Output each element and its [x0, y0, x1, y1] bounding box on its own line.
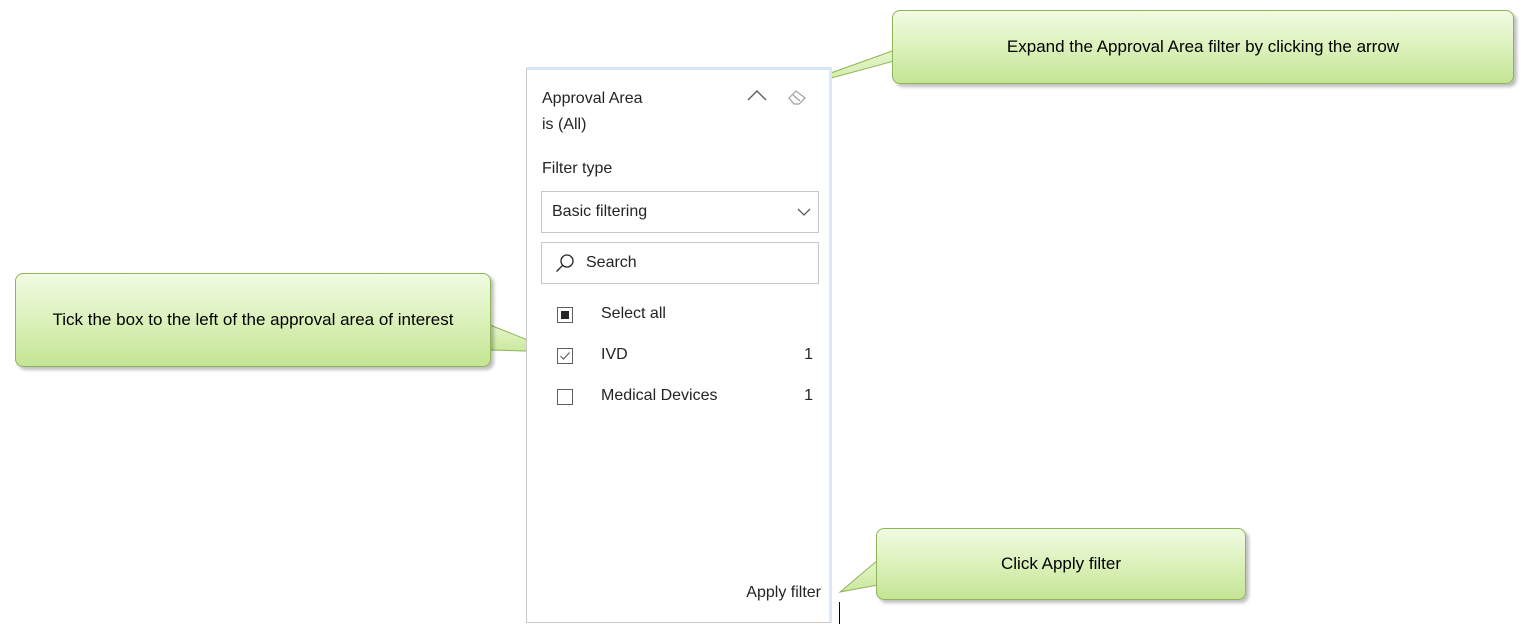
- search-icon: [556, 254, 574, 272]
- callout-expand-text: Expand the Approval Area filter by click…: [1006, 37, 1400, 56]
- callout-apply-text: Click Apply filter: [1001, 554, 1121, 573]
- clear-filter-button[interactable]: [785, 86, 809, 106]
- item-label: IVD: [601, 346, 628, 363]
- apply-filter-button[interactable]: Apply filter: [746, 584, 821, 602]
- select-all-item[interactable]: Select all: [553, 303, 813, 329]
- callout-expand: Expand the Approval Area filter by click…: [892, 10, 1514, 84]
- callout-tick-text: Tick the box to the left of the approval…: [52, 310, 454, 329]
- search-input[interactable]: [586, 249, 806, 277]
- list-item[interactable]: IVD 1: [553, 344, 813, 370]
- item-count: 1: [804, 387, 813, 404]
- callout-tick: Tick the box to the left of the approval…: [15, 273, 491, 367]
- collapse-button[interactable]: [745, 86, 769, 106]
- search-box[interactable]: [541, 242, 819, 284]
- ivd-checkbox[interactable]: [557, 348, 573, 364]
- list-item[interactable]: Medical Devices 1: [553, 385, 813, 411]
- select-all-label: Select all: [601, 305, 666, 322]
- filter-type-label: Filter type: [542, 160, 613, 177]
- filter-card: Approval Area is (All) Filter type Basic…: [526, 67, 832, 623]
- checkmark-icon: [560, 352, 570, 360]
- chevron-down-icon: [797, 208, 811, 216]
- medical-devices-checkbox[interactable]: [557, 389, 573, 405]
- select-all-checkbox[interactable]: [557, 307, 573, 323]
- chevron-up-icon: [747, 90, 767, 101]
- filter-type-value: Basic filtering: [552, 203, 648, 220]
- eraser-icon: [788, 90, 806, 105]
- filter-type-dropdown[interactable]: Basic filtering: [541, 191, 819, 233]
- filter-title: Approval Area: [542, 90, 643, 107]
- text-cursor: [839, 602, 840, 624]
- item-label: Medical Devices: [601, 387, 718, 404]
- item-count: 1: [804, 346, 813, 363]
- callout-apply: Click Apply filter: [876, 528, 1246, 600]
- apply-callout-pointer: [838, 558, 879, 593]
- filter-subtitle: is (All): [542, 116, 587, 133]
